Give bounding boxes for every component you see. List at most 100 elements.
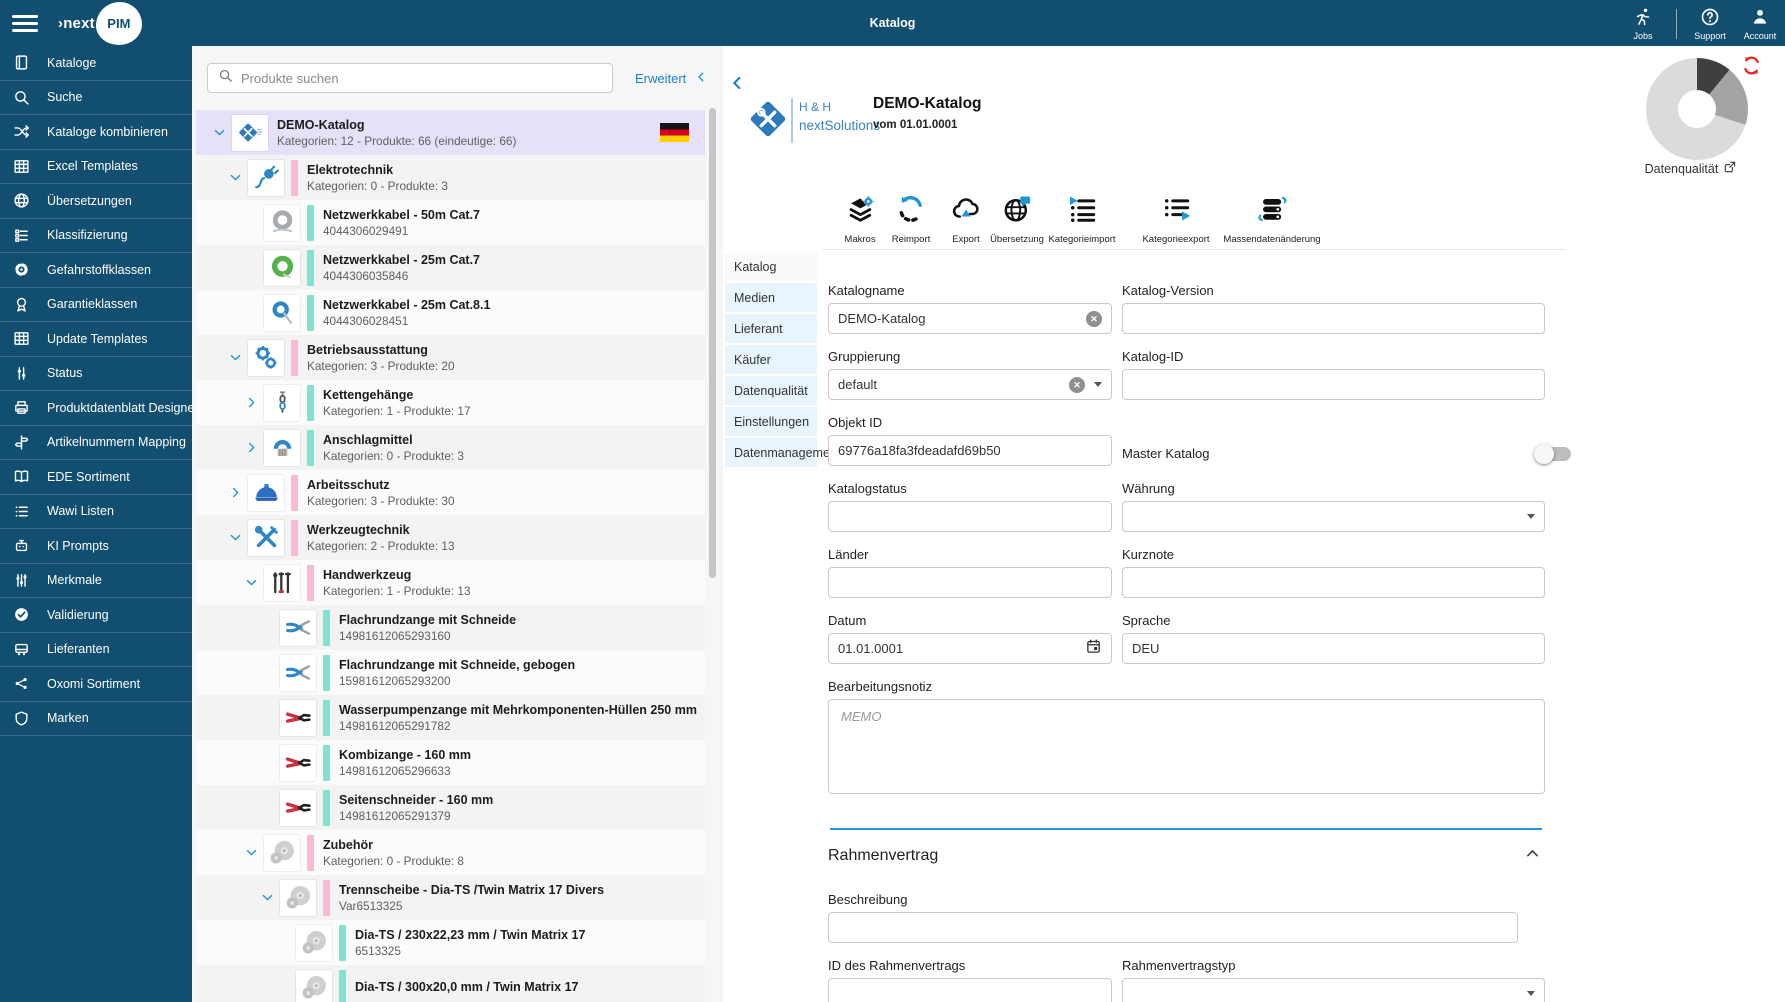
chevron-right-icon[interactable] xyxy=(238,441,264,454)
chevron-down-icon[interactable] xyxy=(222,351,248,364)
master-katalog-toggle[interactable] xyxy=(1534,443,1571,464)
toolbar-bersetzung-button[interactable]: Übersetzung xyxy=(990,194,1044,245)
katalogname-input[interactable] xyxy=(838,311,1086,326)
chevron-down-icon[interactable] xyxy=(1527,514,1535,519)
tree-row-dia-ts-300x20-0-mm-twin-matrix-17[interactable]: Dia-TS / 300x20,0 mm / Twin Matrix 17 xyxy=(196,965,705,1002)
sidebar-item-gefahrstoffklassen[interactable]: Gefahrstoffklassen xyxy=(0,253,192,288)
toolbar-massendaten-nderung-button[interactable]: Massendatenänderung xyxy=(1223,194,1321,245)
objekt-id-input[interactable] xyxy=(838,443,1102,458)
sidebar-item-marken[interactable]: Marken xyxy=(0,702,192,736)
tab-k-ufer[interactable]: Käufer xyxy=(725,345,817,374)
sidebar-item-wawi-listen[interactable]: Wawi Listen xyxy=(0,495,192,529)
chevron-down-icon[interactable] xyxy=(1094,382,1102,387)
toolbar-kategorieexport-button[interactable]: Kategorieexport xyxy=(1142,194,1210,245)
toolbar-kategorieimport-button[interactable]: Kategorieimport xyxy=(1048,194,1116,245)
datum-input[interactable] xyxy=(838,641,1077,656)
collapse-panel-icon[interactable] xyxy=(729,75,745,96)
collapse-section-button[interactable] xyxy=(1525,846,1540,866)
clear-icon[interactable]: ✕ xyxy=(1069,376,1085,393)
katalog-id-input[interactable] xyxy=(1132,377,1535,392)
sidebar-item-lieferanten[interactable]: Lieferanten xyxy=(0,633,192,667)
calendar-icon[interactable] xyxy=(1085,638,1102,660)
sidebar-item-produktdatenblatt-designer[interactable]: Produktdatenblatt Designer xyxy=(0,391,198,426)
tree-row-netzwerkkabel-25m-cat-7[interactable]: Netzwerkkabel - 25m Cat.7 4044306035846 xyxy=(196,245,705,290)
rahmenvertrag-id-input[interactable] xyxy=(838,986,1102,1001)
toolbar-export-button[interactable]: Export xyxy=(951,194,981,245)
tab-medien[interactable]: Medien xyxy=(725,283,817,312)
chevron-down-icon[interactable] xyxy=(1527,991,1535,996)
tree-row-netzwerkkabel-50m-cat-7[interactable]: Netzwerkkabel - 50m Cat.7 4044306029491 xyxy=(196,200,705,245)
refresh-quality-button[interactable] xyxy=(1741,55,1762,76)
chevron-down-icon[interactable] xyxy=(254,891,280,904)
tab-katalog[interactable]: Katalog xyxy=(725,252,817,281)
tree-scrollbar[interactable] xyxy=(709,108,716,578)
tab-einstellungen[interactable]: Einstellungen xyxy=(725,407,817,436)
tab-datenmanagement[interactable]: Datenmanagement xyxy=(725,438,840,467)
katalog-version-input[interactable] xyxy=(1132,311,1535,326)
tree-row-kettengeh-nge[interactable]: Kettengehänge Kategorien: 1 - Produkte: 1… xyxy=(196,380,705,425)
tree-row-seitenschneider-160-mm[interactable]: Seitenschneider - 160 mm 1498161206529137… xyxy=(196,785,705,830)
tree-row-flachrundzange-mit-schneide-gebogen[interactable]: Flachrundzange mit Schneide, gebogen 1598… xyxy=(196,650,705,695)
jobs-button[interactable]: Jobs xyxy=(1626,7,1660,41)
beschreibung-input[interactable] xyxy=(838,920,1508,935)
chevron-down-icon[interactable] xyxy=(238,846,264,859)
product-search[interactable] xyxy=(207,63,613,93)
tree-row-flachrundzange-mit-schneide[interactable]: Flachrundzange mit Schneide 1498161206529… xyxy=(196,605,705,650)
hamburger-menu-icon[interactable] xyxy=(12,14,38,32)
tab-datenqualit-t[interactable]: Datenqualität xyxy=(725,376,817,405)
sidebar-item-suche[interactable]: Suche xyxy=(0,81,192,115)
sidebar-item-artikelnummern-mapping[interactable]: Artikelnummern Mapping xyxy=(0,426,192,460)
account-button[interactable]: Account xyxy=(1743,7,1777,41)
chevron-down-icon[interactable] xyxy=(222,531,248,544)
sidebar-item-garantieklassen[interactable]: Garantieklassen xyxy=(0,288,192,322)
sprache-input[interactable] xyxy=(1132,641,1535,656)
gruppierung-input[interactable] xyxy=(838,377,1069,392)
tree-row-zubeh-r[interactable]: Zubehör Kategorien: 0 - Produkte: 8 xyxy=(196,830,705,875)
sidebar-item-ki-prompts[interactable]: KI Prompts xyxy=(0,529,192,564)
chevron-right-icon[interactable] xyxy=(222,486,248,499)
tree-row-handwerkzeug[interactable]: Handwerkzeug Kategorien: 1 - Produkte: 13 xyxy=(196,560,705,605)
support-button[interactable]: Support xyxy=(1693,7,1727,41)
toolbar-reimport-button[interactable]: Reimport xyxy=(892,194,930,245)
tree-row-dia-ts-230x22-23-mm-twin-matrix-17[interactable]: Dia-TS / 230x22,23 mm / Twin Matrix 17 65… xyxy=(196,920,705,965)
clear-icon[interactable]: ✕ xyxy=(1086,310,1102,327)
katalogstatus-input[interactable] xyxy=(838,509,1102,524)
kurznote-input[interactable] xyxy=(1132,575,1535,590)
tree-row-netzwerkkabel-25m-cat-8-1[interactable]: Netzwerkkabel - 25m Cat.8.1 4044306028451 xyxy=(196,290,705,335)
quality-label: Datenqualität xyxy=(1644,161,1719,176)
chevron-down-icon[interactable] xyxy=(206,126,232,139)
sidebar-item-merkmale[interactable]: Merkmale xyxy=(0,564,192,598)
tree-row-demo-katalog[interactable]: DEMO-Katalog Kategorien: 12 - Produkte: 6… xyxy=(196,110,705,155)
advanced-search-button[interactable]: Erweitert xyxy=(635,71,707,86)
tree-row-betriebsausstattung[interactable]: Betriebsausstattung Kategorien: 3 - Produ… xyxy=(196,335,705,380)
sidebar-item-validierung[interactable]: Validierung xyxy=(0,598,192,633)
tree-row-werkzeugtechnik[interactable]: Werkzeugtechnik Kategorien: 2 - Produkte:… xyxy=(196,515,705,560)
tree-row-trennscheibe-dia-ts-twin-matrix-17-divers[interactable]: Trennscheibe - Dia-TS /Twin Matrix 17 Di… xyxy=(196,875,705,920)
waehrung-input[interactable] xyxy=(1132,509,1518,524)
tree-row-elektrotechnik[interactable]: Elektrotechnik Kategorien: 0 - Produkte: … xyxy=(196,155,705,200)
chevron-down-icon[interactable] xyxy=(222,171,248,184)
tree-row-wasserpumpenzange-mit-mehrkomponenten-h-llen-250-mm[interactable]: Wasserpumpenzange mit Mehrkomponenten-Hü… xyxy=(196,695,705,740)
tree-row-kombizange-160-mm[interactable]: Kombizange - 160 mm 14981612065296633 xyxy=(196,740,705,785)
chevron-down-icon[interactable] xyxy=(238,576,264,589)
sidebar-item-klassifizierung[interactable]: Klassifizierung xyxy=(0,219,192,253)
sidebar-item-kataloge-kombinieren[interactable]: Kataloge kombinieren xyxy=(0,115,192,150)
toolbar-makros-button[interactable]: Makros xyxy=(844,194,876,245)
data-quality-link[interactable]: Datenqualität xyxy=(1621,160,1761,177)
sidebar-item-excel-templates[interactable]: Excel Templates xyxy=(0,150,192,184)
search-input[interactable] xyxy=(241,70,602,86)
laender-input[interactable] xyxy=(838,575,1102,590)
chevron-right-icon[interactable] xyxy=(238,396,264,409)
sidebar-item-oxomi-sortiment[interactable]: Oxomi Sortiment xyxy=(0,667,192,702)
sidebar-item-bersetzungen[interactable]: Übersetzungen xyxy=(0,184,192,219)
rahmenvertragstyp-input[interactable] xyxy=(1132,986,1518,1001)
search-icon xyxy=(13,89,30,106)
sidebar-item-status[interactable]: Status xyxy=(0,357,192,391)
tab-lieferant[interactable]: Lieferant xyxy=(725,314,817,343)
bearbeitungsnotiz-textarea[interactable] xyxy=(828,699,1545,794)
sidebar-item-kataloge[interactable]: Kataloge xyxy=(0,46,192,81)
sidebar-item-ede-sortiment[interactable]: EDE Sortiment xyxy=(0,460,192,495)
tree-row-anschlagmittel[interactable]: Anschlagmittel Kategorien: 0 - Produkte: … xyxy=(196,425,705,470)
sidebar-item-update-templates[interactable]: Update Templates xyxy=(0,322,192,357)
tree-row-arbeitsschutz[interactable]: Arbeitsschutz Kategorien: 3 - Produkte: 3… xyxy=(196,470,705,515)
